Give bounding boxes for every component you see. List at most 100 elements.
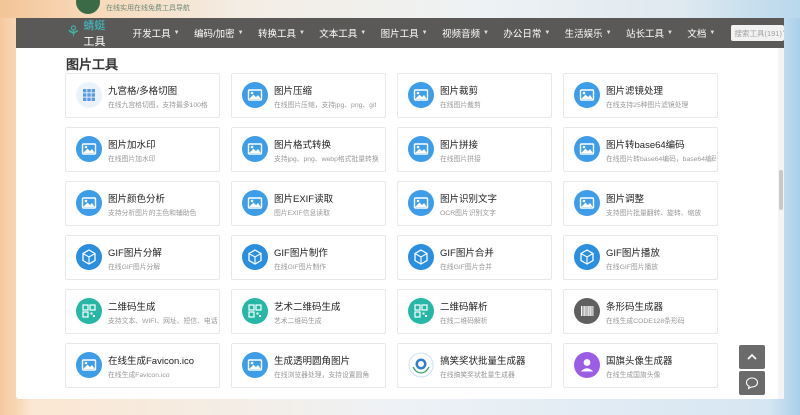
tool-card[interactable]: 条形码生成器在线生成CODE128条形码 [563, 289, 718, 334]
tool-description: 在线九宫格切图，支持最多100格 [108, 102, 208, 109]
scrollbar-thumb[interactable] [779, 170, 783, 210]
search-tools-select[interactable]: 搜索工具(191) ▼ [730, 25, 784, 41]
tool-title: GIF图片合并 [440, 248, 494, 259]
nav-item-4[interactable]: 图片工具 ▼ [373, 26, 434, 40]
nav-item-0[interactable]: 开发工具 ▼ [125, 26, 186, 40]
image-icon [242, 82, 268, 108]
nav-item-label: 转换工具 [257, 29, 296, 40]
chevron-down-icon: ▼ [544, 30, 551, 36]
tool-card[interactable]: 二维码解析 在线二维码解析 [397, 289, 552, 334]
tool-description: 支持文本、WIFI、网址、短信、电话 [108, 318, 218, 325]
tool-card[interactable]: 图片转base64编码 在线图片转base64编码，base64编码 [563, 127, 718, 172]
nav-item-label: 文本工具 [319, 29, 358, 40]
tool-title: 在线生成Favicon.ico [108, 356, 195, 367]
tool-card[interactable]: GIF图片分解在线GIF图片分解 [65, 235, 220, 280]
tool-description: 在线图片裁剪 [440, 102, 481, 109]
tool-card[interactable]: GIF图片制作 在线GIF图片制作 [231, 235, 386, 280]
avatar-icon [574, 352, 600, 378]
tool-title: 图片裁剪 [440, 86, 479, 97]
tool-description: 在线GIF图片分解 [108, 264, 161, 271]
nav-item-label: 站长工具 [626, 29, 665, 40]
chat-bubble-icon [745, 377, 759, 390]
nav-item-label: 编码/加密 [193, 29, 235, 40]
image-icon [76, 136, 102, 162]
tool-card[interactable]: GIF图片合并 在线GIF图片合并 [397, 235, 552, 280]
tool-description: 在线图片拼接 [440, 156, 481, 163]
tool-title: 艺术二维码生成 [274, 302, 341, 313]
tool-description: OCR图片识别文字 [440, 210, 496, 217]
tool-card[interactable]: 图片加水印 在线图片加水印 [65, 127, 220, 172]
tool-card[interactable]: 图片调整 支持图片批量翻转、旋转、缩放 [563, 181, 718, 226]
chevron-down-icon: ▼ [667, 30, 673, 36]
chevron-down-icon: ▼ [360, 30, 367, 36]
tool-title: 九宫格/多格切图 [108, 86, 178, 97]
tool-card[interactable]: 国旗头像生成器 在线生成国旗头像 [563, 343, 718, 388]
chevron-up-icon [747, 353, 757, 360]
tool-title: GIF图片分解 [108, 248, 162, 259]
chevron-down-icon: ▼ [173, 30, 180, 36]
tool-card[interactable]: 图片EXIF读取 图片EXIF信息读取 [231, 181, 386, 226]
tool-card[interactable]: 图片压缩 在线图片压缩，支持jpg、png、gif [231, 73, 386, 118]
tool-card[interactable]: 图片识别文字 OCR图片识别文字 [397, 181, 552, 226]
main-content: 图片工具 九宫格/多格切图 在线九宫格切图，支持最多100格 图片压缩 在线图片压缩，… [16, 48, 784, 399]
site-logo[interactable] [76, 0, 100, 14]
image-icon [242, 136, 268, 162]
tool-grid: 九宫格/多格切图 在线九宫格切图，支持最多100格 图片压缩 在线图片压缩，支持jpg… [65, 73, 718, 388]
nav-item-7[interactable]: 生活娱乐 ▼ [557, 26, 618, 40]
back-to-top-button[interactable] [739, 345, 765, 369]
tool-title: 条形码生成器 [606, 302, 664, 313]
qrcode-icon [408, 298, 434, 324]
tool-description: 图片EXIF信息读取 [274, 210, 330, 217]
image-icon [574, 190, 600, 216]
tool-card[interactable]: 在线生成Favicon.ico 在线生成Favicon.ico [65, 343, 220, 388]
top-banner: 在线实用在线免费工具导航 [0, 0, 800, 18]
tool-card[interactable]: GIF图片播放 在线GIF图片播放 [563, 235, 718, 280]
chevron-down-icon: ▼ [482, 30, 489, 36]
tool-description: 在线生成CODE128条形码 [606, 318, 685, 325]
tool-description: 在线浏览器处理，支持设置圆角 [274, 372, 370, 379]
tool-card[interactable]: 搞笑奖状批量生成器 在线搞笑奖状批量生成器 [397, 343, 552, 388]
chat-button[interactable] [739, 371, 765, 395]
nav-item-label: 图片工具 [380, 29, 419, 40]
gif-cube-icon [242, 244, 268, 270]
tool-card[interactable]: 生成透明圆角图片在线浏览器处理，支持设置圆角 [231, 343, 386, 388]
nav-item-5[interactable]: 视频音频 ▼ [435, 26, 496, 40]
nav-item-8[interactable]: 站长工具 ▼ [619, 26, 680, 40]
tool-card[interactable]: 图片格式转换支持jpg、png、webp格式批量转换 [231, 127, 386, 172]
scrollbar-track[interactable] [778, 48, 784, 399]
nav-item-3[interactable]: 文本工具 ▼ [312, 26, 373, 40]
qrcode-icon [242, 298, 268, 324]
tool-description: 在线生成Favicon.ico [108, 372, 170, 379]
nav-item-label: 办公日常 [503, 29, 542, 40]
image-icon [242, 352, 268, 378]
tool-title: 图片转base64编码 [606, 140, 685, 151]
tool-description: 支持jpg、png、webp格式批量转换 [274, 156, 379, 163]
dragonfly-icon: ⚘ [66, 24, 81, 41]
tool-card[interactable]: 图片裁剪在线图片裁剪 [397, 73, 552, 118]
nav-item-9[interactable]: 文档 ▼ [680, 26, 722, 40]
tool-description: 在线GIF图片制作 [274, 264, 327, 271]
chevron-down-icon: ▼ [237, 30, 244, 36]
tool-card[interactable]: 图片颜色分析 支持分析图片的主色和辅助色 [65, 181, 220, 226]
tool-title: 二维码解析 [440, 302, 488, 313]
nav-menu: 开发工具 ▼ 编码/加密 ▼ 转换工具 ▼ 文本工具 ▼ 图片工具 ▼ 视频音频 ▼ 办公日常 ▼ 生活娱乐… [125, 26, 722, 40]
tool-card[interactable]: 九宫格/多格切图在线九宫格切图，支持最多100格 [65, 73, 220, 118]
tool-card[interactable]: 艺术二维码生成 艺术二维码生成 [231, 289, 386, 334]
tool-card[interactable]: 图片拼接 在线图片拼接 [397, 127, 552, 172]
tool-title: 生成透明圆角图片 [274, 356, 351, 367]
tool-description: 在线生成国旗头像 [606, 372, 661, 379]
search-placeholder: 搜索工具(191) [734, 28, 783, 38]
tool-title: 图片格式转换 [274, 140, 332, 151]
tool-card[interactable]: 二维码生成 支持文本、WIFI、网址、短信、电话 [65, 289, 220, 334]
tool-title: 图片调整 [606, 194, 645, 205]
tool-card[interactable]: 图片滤镜处理 在线支持25种图片滤镜处理 [563, 73, 718, 118]
nav-item-2[interactable]: 转换工具 ▼ [251, 26, 312, 40]
barcode-icon [574, 298, 600, 324]
nav-item-1[interactable]: 编码/加密 ▼ [187, 26, 251, 40]
tool-description: 在线GIF图片播放 [606, 264, 659, 271]
tool-description: 在线搞笑奖状批量生成器 [440, 372, 515, 379]
award-icon [408, 352, 434, 378]
brand[interactable]: ⚘ 蜻蜓工具 [66, 17, 113, 49]
image-icon [76, 352, 102, 378]
nav-item-6[interactable]: 办公日常 ▼ [496, 26, 557, 40]
